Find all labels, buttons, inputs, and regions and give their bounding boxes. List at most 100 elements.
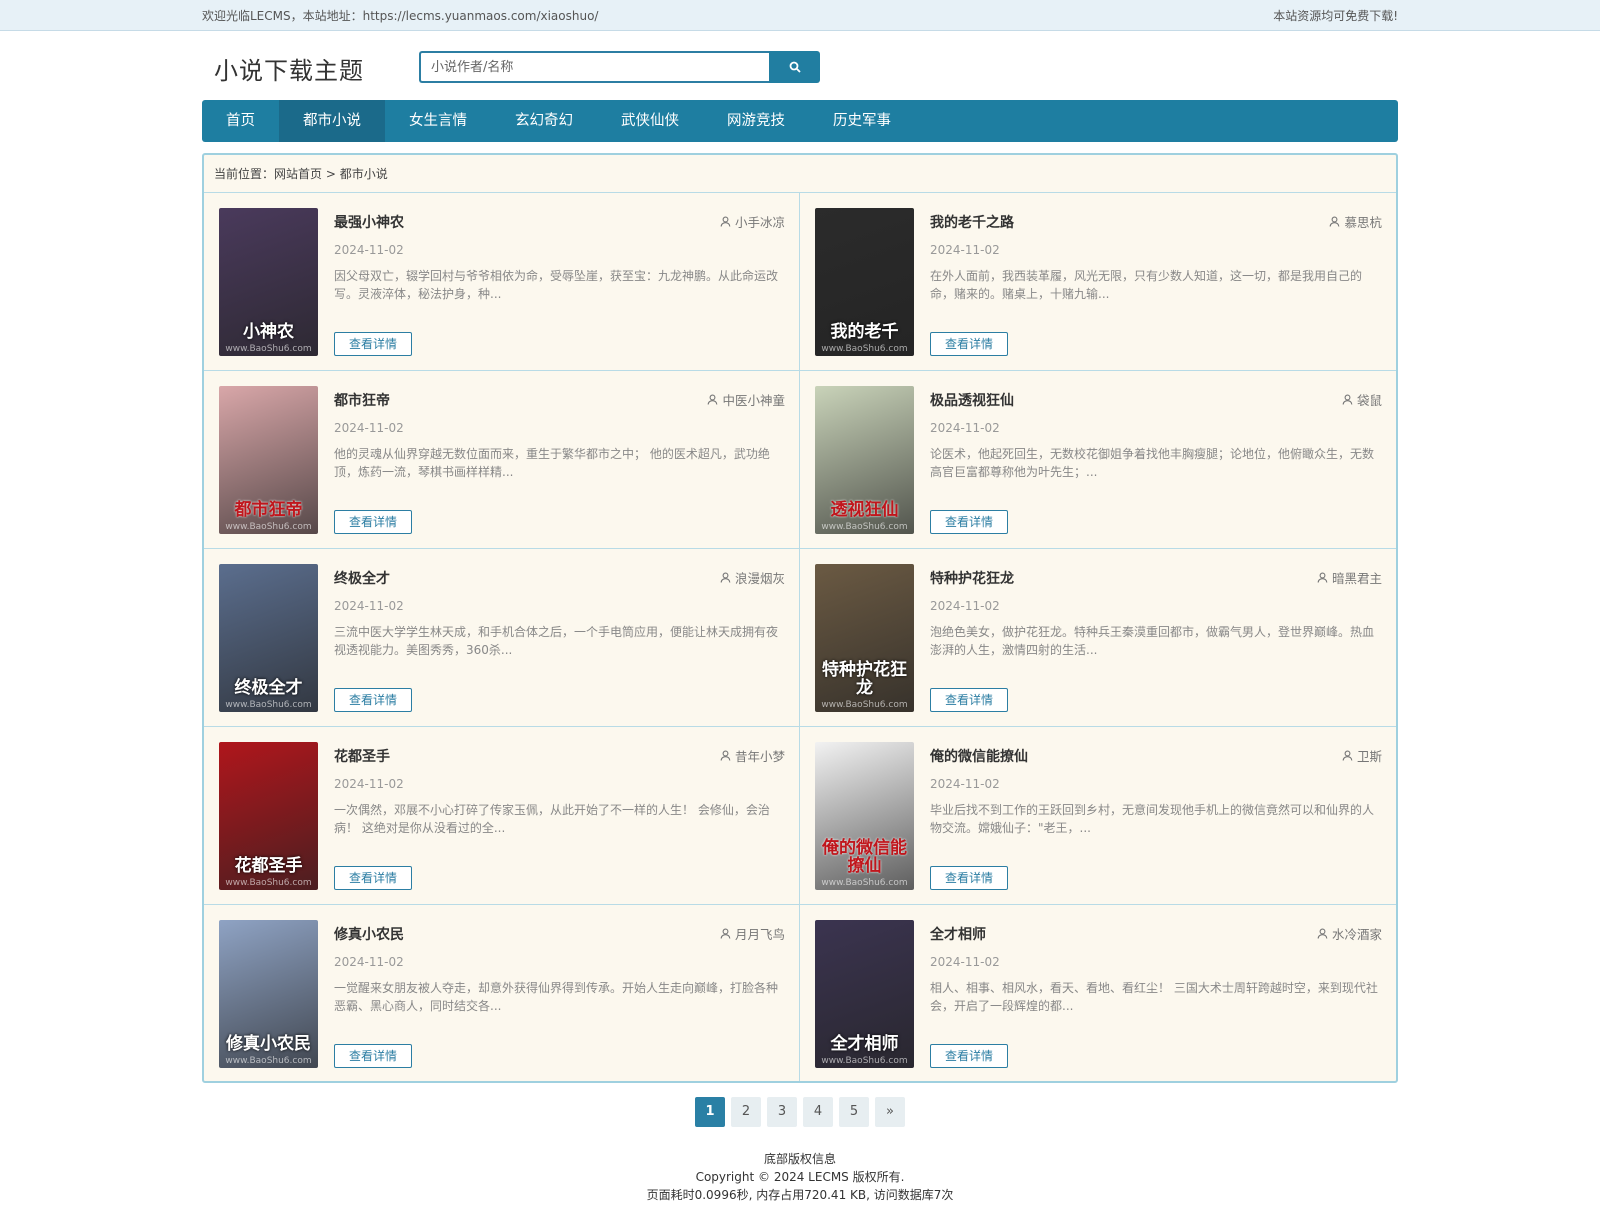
book-description: 毕业后找不到工作的王跃回到乡村，无意间发现他手机上的微信竟然可以和仙界的人物交流… xyxy=(930,803,1375,835)
book-cover[interactable]: 我的老千 www.BaoShu6.com xyxy=(815,208,914,356)
book-info: 终极全才 浪漫烟灰 2024-11-02 三流中医大学学生林天成，和手机合体之后，一个… xyxy=(334,564,785,712)
site-logo[interactable]: 小说下载主题 xyxy=(214,51,364,86)
book-title[interactable]: 修真小农民 xyxy=(334,924,785,944)
book-description: 论医术，他起死回生，无数校花御姐争着找他丰胸瘦腿；论地位，他俯瞰众生，无数高官巨… xyxy=(930,447,1375,479)
view-details-button[interactable]: 查看详情 xyxy=(930,688,1008,712)
cover-watermark: www.BaoShu6.com xyxy=(225,522,312,532)
breadcrumb-home-link[interactable]: 网站首页 xyxy=(274,167,322,181)
book-cover[interactable]: 花都圣手 www.BaoShu6.com xyxy=(219,742,318,890)
nav-item[interactable]: 都市小说 xyxy=(279,100,385,142)
book-author: 小手冰凉 xyxy=(720,212,785,231)
book-title[interactable]: 特种护花狂龙 xyxy=(930,568,1382,588)
view-details-button[interactable]: 查看详情 xyxy=(930,866,1008,890)
view-details-button[interactable]: 查看详情 xyxy=(930,332,1008,356)
book-card: 花都圣手 www.BaoShu6.com 花都圣手 昔年小梦 2024-11-02 一次偶… xyxy=(204,727,800,905)
book-cover[interactable]: 俺的微信能撩仙 www.BaoShu6.com xyxy=(815,742,914,890)
book-author: 水冷酒家 xyxy=(1317,924,1382,943)
book-info: 都市狂帝 中医小神童 2024-11-02 他的灵魂从仙界穿越无数位面而来，重生于繁华… xyxy=(334,386,785,534)
book-title[interactable]: 最强小神农 xyxy=(334,212,785,232)
view-details-button[interactable]: 查看详情 xyxy=(930,510,1008,534)
nav-item[interactable]: 网游竞技 xyxy=(703,100,809,142)
author-name: 昔年小梦 xyxy=(734,749,785,764)
book-cover[interactable]: 全才相师 www.BaoShu6.com xyxy=(815,920,914,1068)
view-details-button[interactable]: 查看详情 xyxy=(334,866,412,890)
user-icon xyxy=(1342,750,1353,761)
page-button[interactable]: 2 xyxy=(731,1097,761,1127)
view-details-button[interactable]: 查看详情 xyxy=(930,1044,1008,1068)
search-input[interactable] xyxy=(419,51,769,83)
book-info: 俺的微信能撩仙 卫斯 2024-11-02 毕业后找不到工作的王跃回到乡村，无意间发现… xyxy=(930,742,1382,890)
book-description: 泡绝色美女，做护花狂龙。特种兵王秦漠重回都市，做霸气男人，登世界巅峰。热血澎湃的… xyxy=(930,625,1375,657)
book-date: 2024-11-02 xyxy=(334,421,404,435)
book-author: 慕思杭 xyxy=(1329,212,1382,231)
book-card: 都市狂帝 www.BaoShu6.com 都市狂帝 中医小神童 2024-11-02 他的… xyxy=(204,371,800,549)
page-button[interactable]: 5 xyxy=(839,1097,869,1127)
book-title[interactable]: 我的老千之路 xyxy=(930,212,1382,232)
book-card: 俺的微信能撩仙 www.BaoShu6.com 俺的微信能撩仙 卫斯 2024-11-0… xyxy=(800,727,1396,905)
view-details-button[interactable]: 查看详情 xyxy=(334,332,412,356)
view-details-button[interactable]: 查看详情 xyxy=(334,1044,412,1068)
nav-item[interactable]: 玄幻奇幻 xyxy=(491,100,597,142)
book-title[interactable]: 极品透视狂仙 xyxy=(930,390,1382,410)
book-info: 修真小农民 月月飞鸟 2024-11-02 一觉醒来女朋友被人夺走，却意外获得仙界得到… xyxy=(334,920,785,1068)
book-date: 2024-11-02 xyxy=(930,777,1000,791)
book-card: 透视狂仙 www.BaoShu6.com 极品透视狂仙 袋鼠 2024-11-02 论医术… xyxy=(800,371,1396,549)
book-card: 特种护花狂龙 www.BaoShu6.com 特种护花狂龙 暗黑君主 2024-11-0… xyxy=(800,549,1396,727)
book-title[interactable]: 俺的微信能撩仙 xyxy=(930,746,1382,766)
book-date: 2024-11-02 xyxy=(930,421,1000,435)
user-icon xyxy=(720,750,731,761)
nav-item[interactable]: 历史军事 xyxy=(809,100,915,142)
cover-watermark: www.BaoShu6.com xyxy=(821,344,908,354)
user-icon xyxy=(1317,928,1328,939)
book-cover[interactable]: 终极全才 www.BaoShu6.com xyxy=(219,564,318,712)
book-cover[interactable]: 透视狂仙 www.BaoShu6.com xyxy=(815,386,914,534)
nav-item[interactable]: 首页 xyxy=(202,100,279,142)
book-date: 2024-11-02 xyxy=(334,777,404,791)
cover-title: 修真小农民 xyxy=(226,1034,311,1055)
search-button[interactable] xyxy=(769,51,820,83)
cover-title: 我的老千 xyxy=(830,322,899,343)
search-icon xyxy=(789,61,801,73)
book-card: 全才相师 www.BaoShu6.com 全才相师 水冷酒家 2024-11-02 相人、… xyxy=(800,905,1396,1081)
book-info: 全才相师 水冷酒家 2024-11-02 相人、相事、相风水，看天、看地、看红尘！ 三… xyxy=(930,920,1382,1068)
footer: 底部版权信息 Copyright © 2024 LECMS 版权所有. 页面耗时… xyxy=(0,1150,1600,1204)
nav-item[interactable]: 武侠仙侠 xyxy=(597,100,703,142)
author-name: 暗黑君主 xyxy=(1331,571,1382,586)
book-cover[interactable]: 都市狂帝 www.BaoShu6.com xyxy=(219,386,318,534)
download-notice: 本站资源均可免费下载! xyxy=(1273,8,1398,23)
book-date: 2024-11-02 xyxy=(334,243,404,257)
book-card: 修真小农民 www.BaoShu6.com 修真小农民 月月飞鸟 2024-11-02 一… xyxy=(204,905,800,1081)
book-grid: 小神农 www.BaoShu6.com 最强小神农 小手冰凉 2024-11-02 因父母… xyxy=(204,193,1396,1081)
author-name: 袋鼠 xyxy=(1356,393,1382,408)
cover-title: 终极全才 xyxy=(234,678,303,699)
book-cover[interactable]: 小神农 www.BaoShu6.com xyxy=(219,208,318,356)
view-details-button[interactable]: 查看详情 xyxy=(334,688,412,712)
book-cover[interactable]: 修真小农民 www.BaoShu6.com xyxy=(219,920,318,1068)
page-button[interactable]: 3 xyxy=(767,1097,797,1127)
book-cover[interactable]: 特种护花狂龙 www.BaoShu6.com xyxy=(815,564,914,712)
footer-stats: 页面耗时0.0996秒, 内存占用720.41 KB, 访问数据库7次 xyxy=(646,1188,954,1202)
view-details-button[interactable]: 查看详情 xyxy=(334,510,412,534)
book-author: 中医小神童 xyxy=(707,390,785,409)
book-title[interactable]: 花都圣手 xyxy=(334,746,785,766)
book-description: 相人、相事、相风水，看天、看地、看红尘！ 三国大术士周轩跨越时空，来到现代社会，… xyxy=(930,981,1378,1013)
book-info: 极品透视狂仙 袋鼠 2024-11-02 论医术，他起死回生，无数校花御姐争着找他丰胸… xyxy=(930,386,1382,534)
book-description: 在外人面前，我西装革履，风光无限，只有少数人知道，这一切，都是我用自己的命，赌来… xyxy=(930,269,1363,301)
page-button[interactable]: 4 xyxy=(803,1097,833,1127)
nav-item[interactable]: 女生言情 xyxy=(385,100,491,142)
author-name: 水冷酒家 xyxy=(1331,927,1382,942)
book-date: 2024-11-02 xyxy=(334,955,404,969)
book-title[interactable]: 终极全才 xyxy=(334,568,785,588)
book-author: 浪漫烟灰 xyxy=(720,568,785,587)
book-author: 袋鼠 xyxy=(1342,390,1382,409)
book-title[interactable]: 全才相师 xyxy=(930,924,1382,944)
cover-watermark: www.BaoShu6.com xyxy=(821,522,908,532)
book-info: 最强小神农 小手冰凉 2024-11-02 因父母双亡，辍学回村与爷爷相依为命，受辱坠… xyxy=(334,208,785,356)
page-button[interactable]: 1 xyxy=(695,1097,725,1127)
cover-watermark: www.BaoShu6.com xyxy=(225,878,312,888)
next-page-button[interactable]: » xyxy=(875,1097,905,1127)
book-date: 2024-11-02 xyxy=(334,599,404,613)
author-name: 月月飞鸟 xyxy=(734,927,785,942)
user-icon xyxy=(708,394,718,405)
book-date: 2024-11-02 xyxy=(930,243,1000,257)
